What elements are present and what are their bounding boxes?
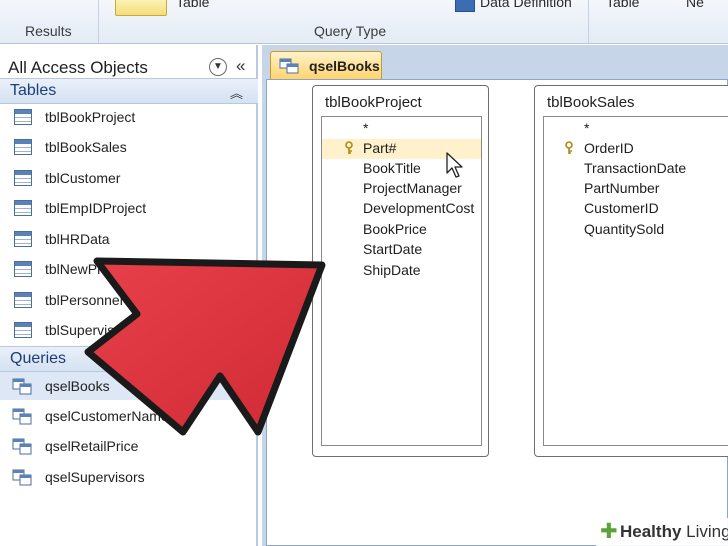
table-icon <box>14 200 32 216</box>
nav-item-label: tblSupervisors <box>45 322 134 338</box>
nav-item-qselretailprice[interactable]: qselRetailPrice <box>0 432 258 460</box>
tab-label: qselBooks <box>309 58 380 74</box>
primary-key-icon <box>345 141 353 154</box>
nav-item-tblempidproject[interactable]: tblEmpIDProject <box>0 194 258 222</box>
nav-pane-header[interactable]: All Access Objects ▼ « <box>0 49 258 81</box>
nav-item-label: qselBooks <box>45 378 110 394</box>
navigation-pane: All Access Objects ▼ « Tables ︽ tblBookP… <box>0 45 258 546</box>
ribbon-data-definition-label[interactable]: Data Definition <box>480 0 572 10</box>
tab-qselbooks[interactable]: qselBooks <box>270 51 382 79</box>
field-item[interactable]: ProjectManager <box>322 179 481 199</box>
nav-item-tblbooksales[interactable]: tblBookSales <box>0 133 258 161</box>
collapse-icon[interactable]: ︽ <box>230 83 243 102</box>
field-label: QuantitySold <box>584 221 665 237</box>
ribbon-new-label[interactable]: Ne <box>686 0 704 10</box>
nav-item-label: qselCustomerNames <box>45 408 176 424</box>
field-label: ShipDate <box>363 262 421 278</box>
nav-item-label: tblPersonnel <box>45 292 123 308</box>
table-icon <box>14 109 32 125</box>
query-icon <box>12 469 32 486</box>
nav-item-label: tblBookSales <box>45 139 127 155</box>
field-item[interactable]: * <box>544 119 728 139</box>
tables-group-header[interactable]: Tables ︽ <box>0 78 258 104</box>
field-list-title[interactable]: tblBookSales <box>547 94 635 111</box>
field-item[interactable]: CustomerID <box>544 199 728 219</box>
tables-group-label: Tables <box>10 82 57 99</box>
field-item[interactable]: StartDate <box>322 240 481 260</box>
table-icon <box>14 292 32 308</box>
field-label: TransactionDate <box>584 160 687 176</box>
shutter-close-icon[interactable]: « <box>236 56 245 76</box>
document-area: qselBooks tblBookProject * Part# BookTit… <box>262 45 728 546</box>
query-icon <box>279 58 299 74</box>
table-icon[interactable] <box>115 0 167 16</box>
nav-item-label: tblNewProject <box>45 261 132 277</box>
nav-item-label: tblCustomer <box>45 170 121 186</box>
nav-item-tblnewproject[interactable]: tblNewProject <box>0 255 258 283</box>
query-type-group-label: Query Type <box>314 23 387 39</box>
field-label: Part# <box>363 140 397 156</box>
query-icon <box>12 438 32 455</box>
nav-item-qselsupervisors[interactable]: qselSupervisors <box>0 463 258 491</box>
table-icon <box>14 170 32 186</box>
ribbon-table-label-2[interactable]: Table <box>606 0 639 10</box>
ribbon-separator <box>98 0 99 43</box>
field-label: DevelopmentCost <box>363 200 475 216</box>
field-item[interactable]: BookPrice <box>322 220 481 240</box>
field-list-title[interactable]: tblBookProject <box>325 94 422 111</box>
field-item[interactable]: PartNumber <box>544 179 728 199</box>
table-icon <box>14 322 32 338</box>
field-label: CustomerID <box>584 200 659 216</box>
plus-icon: ✚ <box>600 520 618 543</box>
nav-item-qselbooks[interactable]: qselBooks <box>0 372 258 400</box>
primary-key-icon <box>565 141 573 154</box>
watermark-text: Healthy Living <box>620 522 728 541</box>
nav-item-label: tblBookProject <box>45 109 136 125</box>
field-item[interactable]: ShipDate <box>322 261 481 281</box>
data-definition-icon[interactable] <box>455 0 475 12</box>
table-icon <box>14 261 32 277</box>
field-label: * <box>363 120 369 136</box>
results-group-label: Results <box>25 23 72 39</box>
field-list-tblbookproject[interactable]: tblBookProject * Part# BookTitle Project… <box>312 85 489 457</box>
field-label: * <box>584 120 590 136</box>
field-label: BookTitle <box>363 160 421 176</box>
field-label: PartNumber <box>584 180 660 196</box>
table-icon <box>14 231 32 247</box>
field-item[interactable]: OrderID <box>544 139 728 159</box>
watermark: ✚ Healthy Living <box>596 518 728 546</box>
nav-item-qselcustomernames[interactable]: qselCustomerNames <box>0 402 258 430</box>
nav-item-tblhrdata[interactable]: tblHRData <box>0 225 258 253</box>
field-label: OrderID <box>584 140 634 156</box>
queries-group-header[interactable]: Queries <box>0 346 258 372</box>
field-list-body: * OrderID TransactionDate PartNumber Cus… <box>543 116 728 446</box>
nav-item-tblcustomer[interactable]: tblCustomer <box>0 164 258 192</box>
query-icon <box>12 408 32 425</box>
queries-group-label: Queries <box>10 350 67 367</box>
ribbon-table-label[interactable]: Table <box>176 0 209 10</box>
nav-pane-title: All Access Objects <box>8 58 148 77</box>
ribbon-separator <box>588 0 589 43</box>
field-label: BookPrice <box>363 221 427 237</box>
nav-item-label: qselSupervisors <box>45 469 145 485</box>
nav-item-tblbookproject[interactable]: tblBookProject <box>0 103 258 131</box>
nav-item-label: tblHRData <box>45 231 110 247</box>
nav-item-label: tblEmpIDProject <box>45 200 147 216</box>
chevron-down-icon[interactable]: ▼ <box>209 58 227 76</box>
nav-item-label: qselRetailPrice <box>45 438 139 454</box>
mouse-cursor-icon <box>446 152 463 178</box>
query-design-canvas[interactable]: tblBookProject * Part# BookTitle Project… <box>266 79 728 546</box>
nav-item-tblpersonnel[interactable]: tblPersonnel <box>0 286 258 314</box>
field-item[interactable]: * <box>322 119 481 139</box>
field-item[interactable]: TransactionDate <box>544 159 728 179</box>
query-icon <box>12 378 32 395</box>
ribbon: Table Data Definition Table Ne Results Q… <box>0 0 728 44</box>
field-label: StartDate <box>363 241 423 257</box>
field-label: ProjectManager <box>363 180 462 196</box>
table-icon <box>14 139 32 155</box>
nav-item-tblsupervisors[interactable]: tblSupervisors <box>0 316 258 344</box>
field-list-tblbooksales[interactable]: tblBookSales * OrderID TransactionDate P… <box>534 85 728 457</box>
field-item[interactable]: DevelopmentCost <box>322 199 481 219</box>
field-item[interactable]: QuantitySold <box>544 220 728 240</box>
